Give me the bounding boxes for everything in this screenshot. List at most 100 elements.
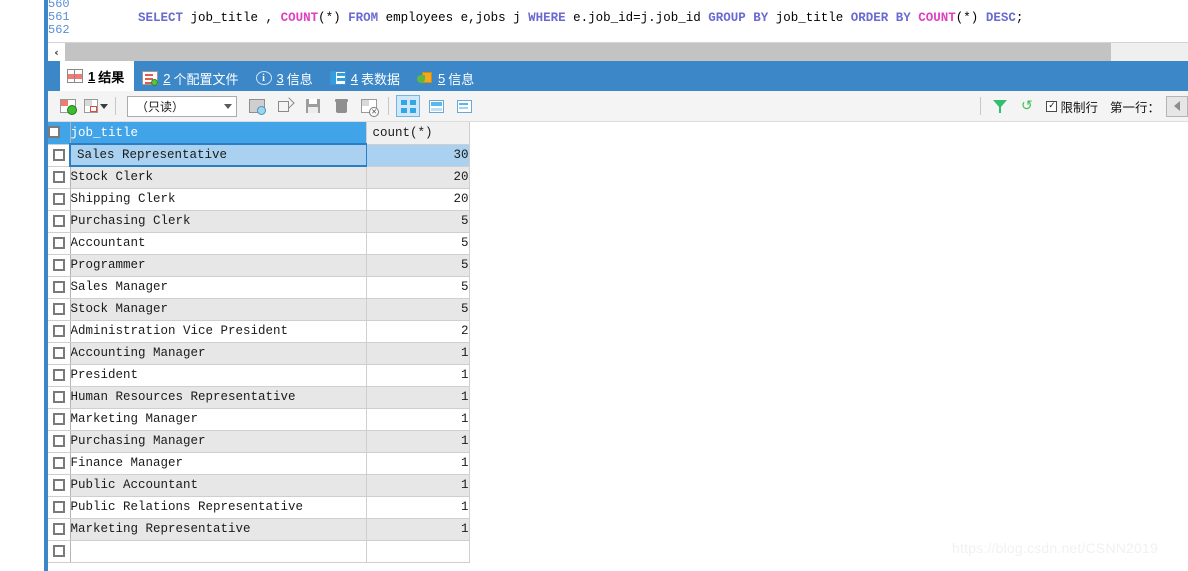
cell-count[interactable]: 5 bbox=[366, 298, 470, 321]
row-select-cell[interactable] bbox=[48, 342, 71, 365]
cell-job-title[interactable]: Stock Clerk bbox=[70, 166, 367, 189]
table-row[interactable]: Accounting Manager 1 bbox=[48, 342, 470, 365]
tab-table-data[interactable]: 4 表数据 bbox=[324, 65, 409, 91]
limit-rows-toggle[interactable]: ✓ 限制行 bbox=[1046, 97, 1098, 116]
column-header-job-title[interactable]: job_title bbox=[70, 122, 367, 145]
cell-job-title[interactable]: Stock Manager bbox=[70, 298, 367, 321]
cell-job-title[interactable]: Finance Manager bbox=[70, 452, 367, 475]
add-record-button[interactable] bbox=[56, 95, 80, 117]
cell-count[interactable]: 1 bbox=[366, 342, 470, 365]
table-row[interactable]: Stock Manager 5 bbox=[48, 298, 470, 321]
table-row[interactable]: Human Resources Representative 1 bbox=[48, 386, 470, 409]
cell-count[interactable]: 1 bbox=[366, 386, 470, 409]
cell-count[interactable]: 1 bbox=[366, 474, 470, 497]
checkbox-icon[interactable] bbox=[52, 522, 65, 535]
row-select-cell[interactable] bbox=[48, 210, 71, 233]
checkbox-icon[interactable] bbox=[52, 192, 65, 205]
cell-job-title[interactable]: Public Relations Representative bbox=[70, 496, 367, 519]
tab-status-info[interactable]: 5 信息 bbox=[411, 65, 483, 91]
table-row[interactable]: Programmer 5 bbox=[48, 254, 470, 277]
row-select-cell[interactable] bbox=[48, 166, 71, 189]
cell-count[interactable] bbox=[366, 540, 470, 563]
cell-job-title[interactable]: Purchasing Clerk bbox=[70, 210, 367, 233]
cell-count[interactable]: 1 bbox=[366, 452, 470, 475]
delete-button[interactable] bbox=[329, 95, 353, 117]
cell-count[interactable]: 1 bbox=[366, 496, 470, 519]
table-row[interactable]: President 1 bbox=[48, 364, 470, 387]
table-row[interactable]: Shipping Clerk 20 bbox=[48, 188, 470, 211]
checkbox-icon[interactable] bbox=[52, 500, 65, 513]
table-row[interactable]: Accountant 5 bbox=[48, 232, 470, 255]
row-select-cell[interactable] bbox=[48, 452, 71, 475]
row-select-cell[interactable] bbox=[48, 430, 71, 453]
row-select-cell[interactable] bbox=[48, 320, 71, 343]
checkbox-icon[interactable] bbox=[52, 324, 65, 337]
checkbox-icon[interactable] bbox=[52, 214, 65, 227]
export-button[interactable] bbox=[273, 95, 297, 117]
table-row[interactable]: Marketing Manager 1 bbox=[48, 408, 470, 431]
save-button[interactable] bbox=[301, 95, 325, 117]
cell-job-title[interactable]: Purchasing Manager bbox=[70, 430, 367, 453]
cell-count[interactable]: 1 bbox=[366, 518, 470, 541]
tab-info[interactable]: i 3 信息 bbox=[250, 65, 322, 91]
cell-job-title[interactable]: Sales Manager bbox=[70, 276, 367, 299]
sql-editor[interactable]: 560 561 562 SELECT job_title , COUNT(*) … bbox=[48, 0, 1188, 38]
table-row[interactable]: Administration Vice President 2 bbox=[48, 320, 470, 343]
row-select-cell[interactable] bbox=[48, 496, 71, 519]
cell-count[interactable]: 5 bbox=[366, 254, 470, 277]
checkbox-icon[interactable] bbox=[52, 434, 65, 447]
row-select-cell[interactable] bbox=[48, 276, 71, 299]
checkbox-icon[interactable] bbox=[52, 368, 65, 381]
cell-job-title[interactable]: Public Accountant bbox=[70, 474, 367, 497]
delete-record-button[interactable] bbox=[84, 95, 108, 117]
row-select-cell[interactable] bbox=[48, 188, 71, 211]
checkbox-icon[interactable] bbox=[52, 412, 65, 425]
scroll-left-button[interactable]: ‹ bbox=[48, 43, 65, 61]
checkbox-icon[interactable] bbox=[52, 302, 65, 315]
cell-count[interactable]: 1 bbox=[366, 408, 470, 431]
checkbox-icon[interactable] bbox=[52, 148, 65, 161]
table-row[interactable]: Purchasing Clerk 5 bbox=[48, 210, 470, 233]
editor-horizontal-scrollbar[interactable]: ‹ bbox=[48, 42, 1188, 61]
cell-job-title[interactable]: Marketing Representative bbox=[70, 518, 367, 541]
cell-job-title[interactable]: Shipping Clerk bbox=[70, 188, 367, 211]
checkbox-icon[interactable] bbox=[52, 258, 65, 271]
checkbox-icon[interactable] bbox=[52, 280, 65, 293]
cell-count[interactable]: 30 bbox=[366, 144, 470, 167]
cell-count[interactable]: 1 bbox=[366, 430, 470, 453]
checkbox-icon[interactable] bbox=[52, 390, 65, 403]
checkbox-icon[interactable] bbox=[52, 236, 65, 249]
cell-job-title[interactable]: Administration Vice President bbox=[70, 320, 367, 343]
row-select-cell[interactable] bbox=[48, 144, 71, 167]
select-all-header[interactable] bbox=[48, 122, 71, 145]
cell-count[interactable]: 2 bbox=[366, 320, 470, 343]
view-text-button[interactable] bbox=[452, 95, 476, 117]
table-row[interactable]: Sales Manager 5 bbox=[48, 276, 470, 299]
table-row[interactable] bbox=[48, 540, 470, 563]
revert-button[interactable] bbox=[357, 95, 381, 117]
table-row[interactable]: Stock Clerk 20 bbox=[48, 166, 470, 189]
table-row[interactable]: Public Relations Representative 1 bbox=[48, 496, 470, 519]
checkbox-icon[interactable] bbox=[52, 170, 65, 183]
cell-count[interactable]: 5 bbox=[366, 276, 470, 299]
row-select-cell[interactable] bbox=[48, 254, 71, 277]
checkbox-icon[interactable] bbox=[52, 544, 65, 557]
refresh-button[interactable]: ↺ bbox=[1016, 95, 1040, 117]
view-form-button[interactable] bbox=[424, 95, 448, 117]
row-select-cell[interactable] bbox=[48, 298, 71, 321]
scrollbar-thumb[interactable] bbox=[65, 43, 1111, 61]
row-select-cell[interactable] bbox=[48, 408, 71, 431]
row-select-cell[interactable] bbox=[48, 540, 71, 563]
tab-profiles[interactable]: 2 个配置文件 bbox=[136, 65, 247, 91]
cell-count[interactable]: 1 bbox=[366, 364, 470, 387]
limit-rows-checkbox[interactable]: ✓ bbox=[1046, 100, 1058, 112]
row-select-cell[interactable] bbox=[48, 232, 71, 255]
row-select-cell[interactable] bbox=[48, 474, 71, 497]
cell-job-title[interactable]: President bbox=[70, 364, 367, 387]
filter-button[interactable] bbox=[988, 95, 1012, 117]
cell-job-title[interactable]: Human Resources Representative bbox=[70, 386, 367, 409]
table-row[interactable]: Public Accountant 1 bbox=[48, 474, 470, 497]
cell-job-title[interactable]: Marketing Manager bbox=[70, 408, 367, 431]
row-select-cell[interactable] bbox=[48, 386, 71, 409]
row-select-cell[interactable] bbox=[48, 518, 71, 541]
